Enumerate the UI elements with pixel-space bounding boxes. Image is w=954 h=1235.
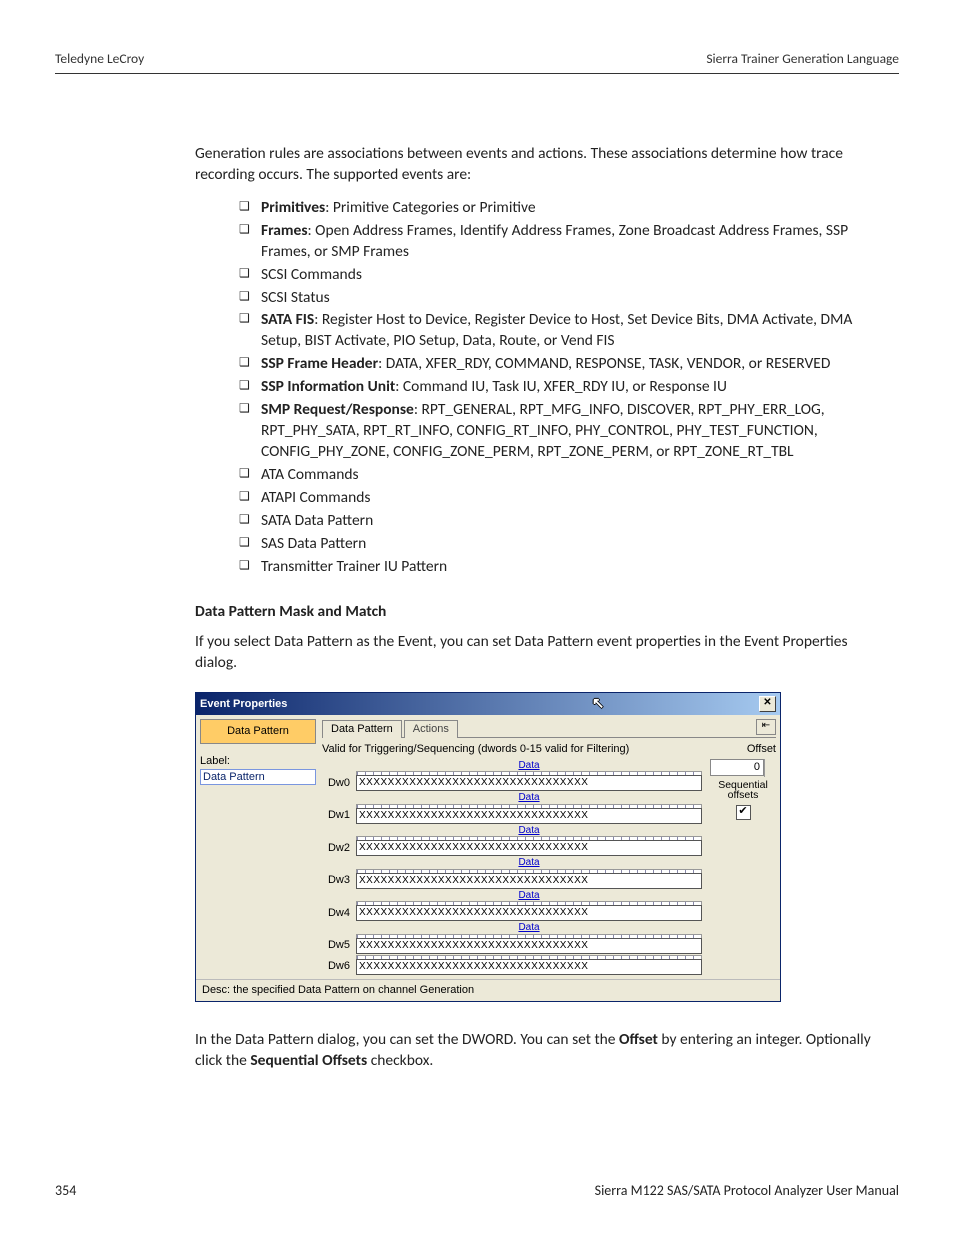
dword-row: Dw1 Data XXXXXXXXXXXXXXXXXXXXXXXXXXXXXXX…	[322, 791, 702, 824]
manual-title: Sierra M122 SAS/SATA Protocol Analyzer U…	[595, 1182, 899, 1199]
list-item: SSP Frame Header: DATA, XFER_RDY, COMMAN…	[239, 354, 889, 375]
sequential-offsets-checkbox[interactable]: ✔	[736, 805, 751, 820]
header-left: Teledyne LeCroy	[55, 50, 144, 67]
section-heading: Data Pattern Mask and Match	[195, 602, 889, 623]
data-link[interactable]: Data	[356, 791, 702, 805]
header-right: Sierra Trainer Generation Language	[706, 50, 899, 67]
dword-list: Dw0 Data XXXXXXXXXXXXXXXXXXXXXXXXXXXXXXX…	[322, 759, 702, 975]
event-properties-dialog: Event Properties ↖ ✕ Data Pattern Label:…	[195, 692, 781, 1002]
dialog-description: Desc: the specified Data Pattern on chan…	[196, 979, 780, 1001]
dword-input[interactable]: XXXXXXXXXXXXXXXXXXXXXXXXXXXXXXXX	[356, 938, 702, 954]
offset-input[interactable]	[710, 759, 764, 776]
dialog-titlebar[interactable]: Event Properties ↖ ✕	[196, 693, 780, 715]
dword-row: Dw0 Data XXXXXXXXXXXXXXXXXXXXXXXXXXXXXXX…	[322, 759, 702, 792]
tab-data-pattern[interactable]: Data Pattern	[322, 720, 402, 738]
data-link[interactable]: Data	[356, 921, 702, 935]
dword-row: Dw5 Data XXXXXXXXXXXXXXXXXXXXXXXXXXXXXXX…	[322, 921, 702, 954]
dword-input[interactable]: XXXXXXXXXXXXXXXXXXXXXXXXXXXXXXXX	[356, 775, 702, 791]
header-rule	[55, 73, 899, 74]
list-item: ATAPI Commands	[239, 488, 889, 509]
section-paragraph: If you select Data Pattern as the Event,…	[195, 632, 889, 674]
offset-spinner[interactable]	[764, 759, 776, 777]
dword-input[interactable]: XXXXXXXXXXXXXXXXXXXXXXXXXXXXXXXX	[356, 905, 702, 921]
dword-row: Dw3 Data XXXXXXXXXXXXXXXXXXXXXXXXXXXXXXX…	[322, 856, 702, 889]
cursor-icon: ↖	[592, 694, 605, 714]
dword-row: Dw6 XXXXXXXXXXXXXXXXXXXXXXXXXXXXXXXX	[322, 954, 702, 975]
pin-button[interactable]: ⇤	[756, 719, 776, 735]
page-number: 354	[55, 1182, 76, 1199]
tab-actions[interactable]: Actions	[404, 720, 458, 738]
dword-label: Dw5	[322, 938, 350, 954]
list-item: Frames: Open Address Frames, Identify Ad…	[239, 221, 889, 263]
offset-label: Offset	[747, 742, 776, 757]
data-link[interactable]: Data	[356, 824, 702, 838]
list-item: Primitives: Primitive Categories or Prim…	[239, 198, 889, 219]
dword-label: Dw1	[322, 808, 350, 824]
data-link[interactable]: Data	[356, 889, 702, 903]
event-list: Primitives: Primitive Categories or Prim…	[195, 198, 889, 578]
data-link[interactable]: Data	[356, 856, 702, 870]
list-item: SATA FIS: Register Host to Device, Regis…	[239, 310, 889, 352]
dword-input[interactable]: XXXXXXXXXXXXXXXXXXXXXXXXXXXXXXXX	[356, 873, 702, 889]
valid-text: Valid for Triggering/Sequencing (dwords …	[322, 742, 629, 757]
dword-label: Dw6	[322, 959, 350, 975]
list-item: SAS Data Pattern	[239, 534, 889, 555]
label-input[interactable]	[200, 769, 316, 785]
list-item: SCSI Commands	[239, 265, 889, 286]
closing-paragraph: In the Data Pattern dialog, you can set …	[195, 1030, 889, 1072]
dword-input[interactable]: XXXXXXXXXXXXXXXXXXXXXXXXXXXXXXXX	[356, 840, 702, 856]
dword-row: Dw2 Data XXXXXXXXXXXXXXXXXXXXXXXXXXXXXXX…	[322, 824, 702, 857]
intro-paragraph: Generation rules are associations betwee…	[195, 144, 889, 186]
data-link[interactable]: Data	[356, 759, 702, 773]
sequential-offsets-label: Sequential offsets	[710, 780, 776, 801]
list-item: ATA Commands	[239, 465, 889, 486]
page-footer: 354 Sierra M122 SAS/SATA Protocol Analyz…	[55, 1182, 899, 1199]
dword-label: Dw4	[322, 906, 350, 922]
list-item: Transmitter Trainer IU Pattern	[239, 557, 889, 578]
dword-row: Dw4 Data XXXXXXXXXXXXXXXXXXXXXXXXXXXXXXX…	[322, 889, 702, 922]
list-item: SATA Data Pattern	[239, 511, 889, 532]
dword-label: Dw0	[322, 776, 350, 792]
dword-input[interactable]: XXXXXXXXXXXXXXXXXXXXXXXXXXXXXXXX	[356, 808, 702, 824]
close-button[interactable]: ✕	[759, 696, 776, 712]
dword-input[interactable]: XXXXXXXXXXXXXXXXXXXXXXXXXXXXXXXX	[356, 959, 702, 975]
tab-row: Data Pattern Actions	[322, 719, 776, 738]
category-box[interactable]: Data Pattern	[200, 719, 316, 744]
label-caption: Label:	[200, 754, 316, 769]
dialog-title: Event Properties	[200, 697, 287, 712]
list-item: SMP Request/Response: RPT_GENERAL, RPT_M…	[239, 400, 889, 463]
page-header: Teledyne LeCroy Sierra Trainer Generatio…	[55, 50, 899, 73]
dword-label: Dw3	[322, 873, 350, 889]
list-item: SCSI Status	[239, 288, 889, 309]
list-item: SSP Information Unit: Command IU, Task I…	[239, 377, 889, 398]
dword-label: Dw2	[322, 841, 350, 857]
